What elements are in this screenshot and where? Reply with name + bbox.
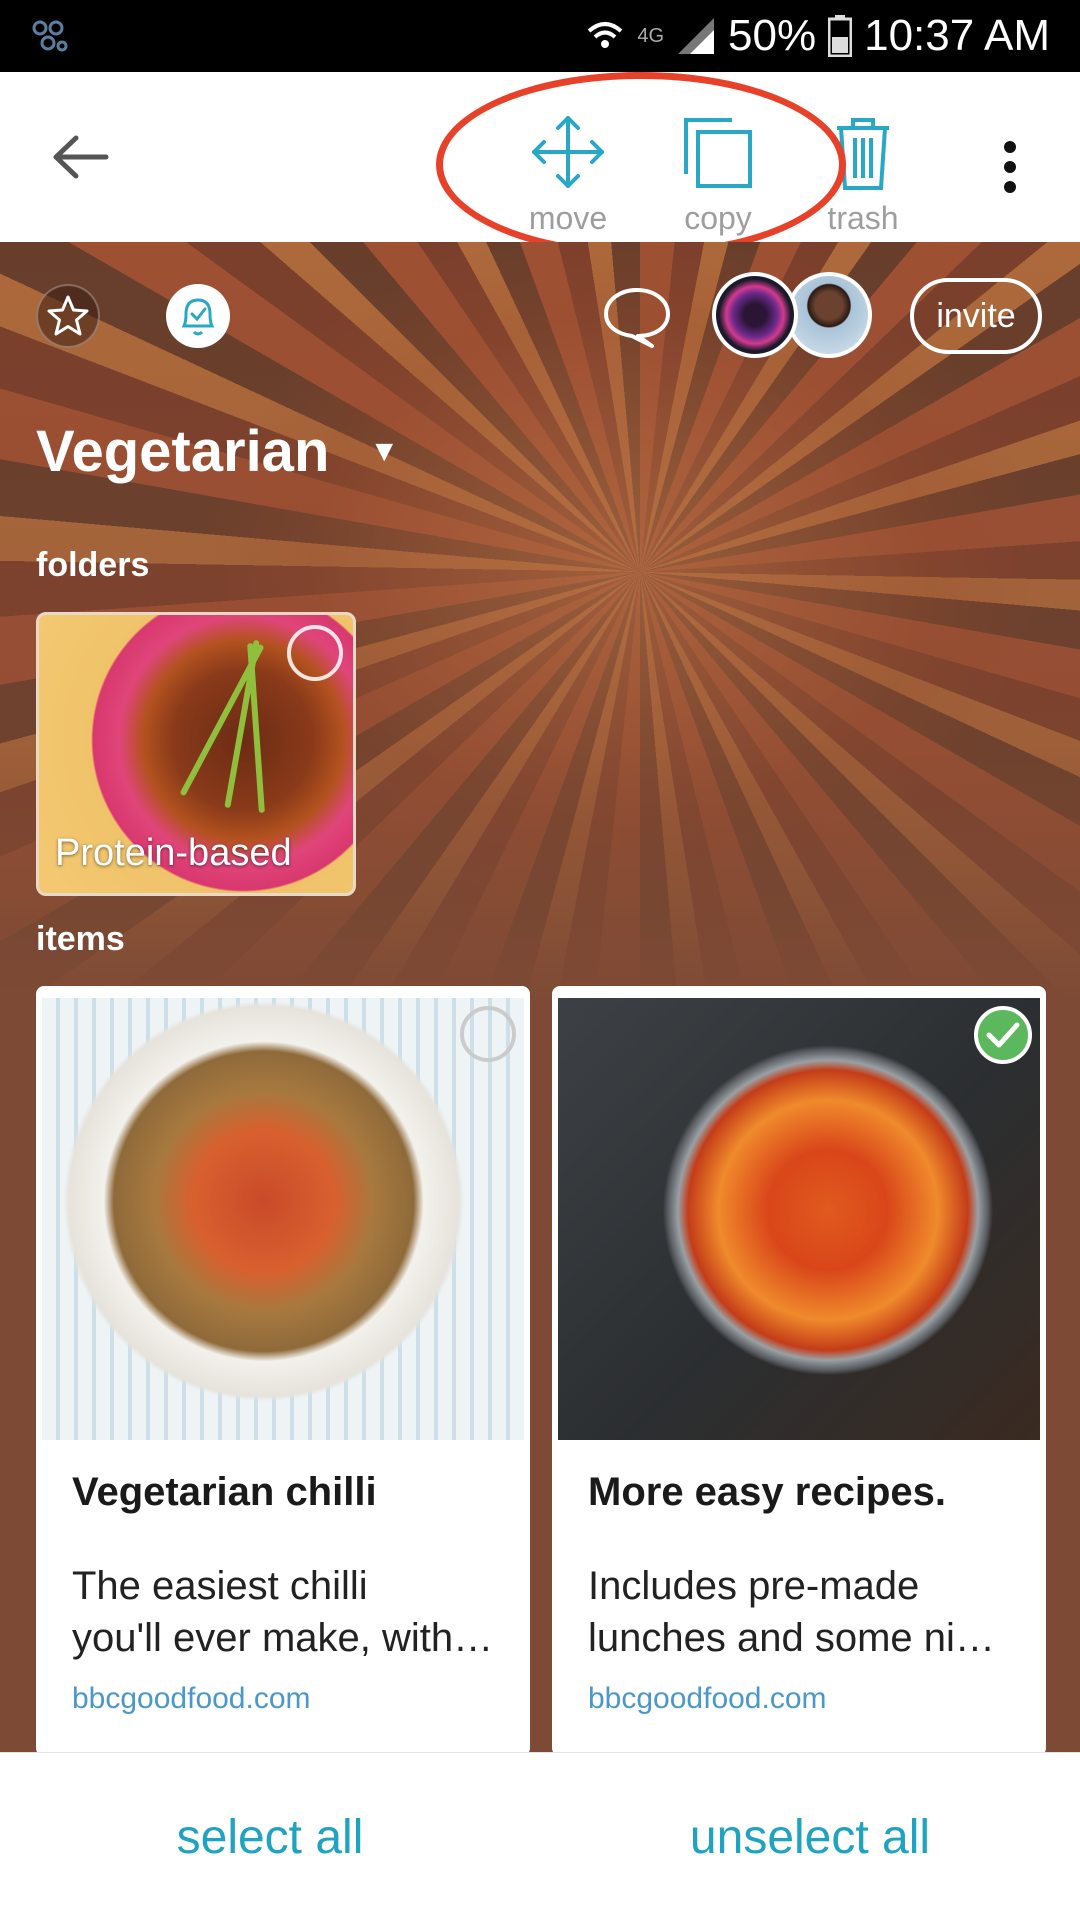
invite-button[interactable]: invite [910,278,1042,354]
wifi-icon [588,22,623,48]
status-indicators: 4G 50% 10:37 AM [585,0,1050,72]
move-button[interactable]: move [498,112,638,242]
item-selected-checkbox[interactable] [974,1006,1032,1064]
back-button[interactable] [40,117,120,197]
item-description: The easiest chilli you'll ever make, wit… [72,1560,512,1664]
unselect-all-button[interactable]: unselect all [540,1753,1080,1920]
network-type: 4G [637,24,665,47]
copy-icon [684,118,752,188]
folder-card-protein-based[interactable]: Protein-based [36,612,356,896]
copy-label: copy [684,200,752,236]
folder-title-dropdown[interactable]: Vegetarian ▼ [36,418,399,485]
trash-button[interactable]: trash [793,112,933,242]
selection-bottom-bar: select all unselect all [0,1752,1080,1920]
item-thumbnail [42,998,524,1440]
item-source-link[interactable]: bbcgoodfood.com [588,1682,827,1716]
item-description: Includes pre-made lunches and some ni… [588,1560,1028,1664]
collaborator-avatar-2[interactable] [786,272,872,358]
battery-percent: 50% [728,11,817,60]
item-description-line: Includes pre-made [588,1564,920,1608]
folder-label: Protein-based [55,832,292,874]
arrow-left-icon [53,135,109,179]
status-bar: 4G 50% 10:37 AM [0,0,1080,72]
selection-toolbar: move copy trash [0,72,1080,242]
trash-icon [837,118,889,190]
invite-label: invite [936,296,1016,335]
move-arrows-icon [532,116,604,188]
item-thumbnail [558,998,1040,1440]
signal-icon [678,18,715,54]
move-label: move [528,200,608,236]
item-description-line: lunches and some ni… [588,1616,995,1660]
item-card-more-easy-recipes[interactable]: More easy recipes. Includes pre-made lun… [552,986,1046,1756]
items-heading: items [36,920,125,958]
folder-select-checkbox[interactable] [287,625,343,681]
trash-label: trash [827,200,899,236]
item-description-line: The easiest chilli [72,1564,368,1608]
item-description-line: you'll ever make, with… [72,1616,494,1660]
favorite-button[interactable] [36,284,100,348]
reminder-button[interactable] [166,284,230,348]
bell-check-icon [181,298,215,336]
more-options-button[interactable] [980,127,1040,207]
app-notification-icon [32,20,68,52]
battery-icon [828,15,853,57]
item-title: Vegetarian chilli [72,1470,377,1514]
item-card-vegetarian-chilli[interactable]: Vegetarian chilli The easiest chilli you… [36,986,530,1756]
checkmark-icon [986,1022,1020,1048]
collaborator-avatar-1[interactable] [712,272,798,358]
page-title: Vegetarian [36,419,330,484]
more-vertical-icon [1004,141,1016,193]
chat-button[interactable] [600,280,674,354]
chat-bubble-icon [604,288,670,348]
item-source-link[interactable]: bbcgoodfood.com [72,1682,311,1716]
star-icon [47,295,89,336]
item-select-checkbox[interactable] [460,1006,516,1062]
select-all-button[interactable]: select all [0,1753,540,1920]
garnish-decoration [247,642,265,814]
clock: 10:37 AM [864,11,1050,60]
caret-down-icon: ▼ [369,434,400,468]
item-title: More easy recipes. [588,1470,946,1514]
folders-heading: folders [36,546,150,584]
copy-button[interactable]: copy [648,112,788,242]
